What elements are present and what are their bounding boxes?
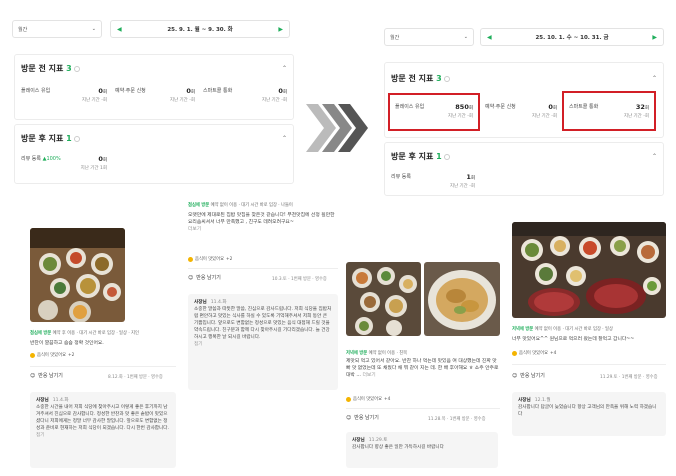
date-range[interactable]: ◀ 25. 10. 1. 수 ~ 10. 31. 금 ▶: [480, 28, 664, 46]
info-icon: [73, 135, 80, 142]
divider: [512, 364, 666, 365]
collapse-icon[interactable]: ⌃: [652, 75, 657, 82]
pre-visit-title: 방문 전 지표 3: [391, 73, 450, 84]
collapse-icon[interactable]: ⌃: [282, 135, 287, 142]
review-meta: 10.3.토 · 1번째 방문 · 영수증: [272, 277, 327, 282]
info-icon: [443, 153, 450, 160]
reply-button[interactable]: ☺ 반응 남기기: [188, 274, 221, 282]
highlight-box-smartcall: [562, 91, 656, 131]
next-chevrons-icon: [306, 104, 368, 152]
divider: [346, 408, 500, 409]
period-select[interactable]: 월간 ⌄: [384, 28, 474, 46]
review-photo[interactable]: [346, 262, 421, 336]
metric-review-count: 리뷰 등록 1회 지난 기간 -회: [391, 173, 475, 189]
review-text: 오랫만에 제대로된 집밥 맛집을 찾은것 같습니다! 부천맛집에 선정 될만한 …: [188, 213, 336, 233]
info-icon: [443, 75, 450, 82]
review-meta: 11.29.토 · 1번째 방문 · 영수증: [600, 375, 658, 380]
more-link[interactable]: 더보기: [362, 373, 375, 378]
prev-arrow-icon[interactable]: ◀: [487, 34, 492, 41]
next-arrow-icon[interactable]: ▶: [278, 26, 283, 33]
right-dashboard: 월간 ⌄ ◀ 25. 10. 1. 수 ~ 10. 31. 금 ▶ 방문 전 지…: [378, 6, 670, 198]
visit-tags: 저녁에 방문 예약 없이 이용 · 친목: [346, 351, 408, 356]
post-visit-title: 방문 후 지표 1: [21, 133, 80, 144]
date-range-label: 25. 10. 1. 수 ~ 10. 31. 금: [535, 35, 609, 41]
date-range-label: 25. 9. 1. 월 ~ 9. 30. 화: [167, 27, 233, 33]
metric-reservation: 예약·주문 신청 0회 지난 기간 -회: [485, 103, 557, 119]
review-text: 반찬이 깔끔하고 슴슴 정확 것인어요.: [30, 341, 104, 346]
chevron-down-icon: ⌄: [91, 26, 96, 32]
visit-tags: 점심에 방문 예약 없이 이용 · 대기 시간 바로 입장 · 나들이: [188, 203, 293, 208]
smile-icon: [30, 352, 35, 358]
post-visit-card: 방문 후 지표 1 ⌃ 리뷰 등록 1회 지난 기간 -회: [384, 142, 664, 196]
next-arrow-icon[interactable]: ▶: [652, 34, 657, 41]
emoji-icon: ☺: [346, 414, 352, 421]
owner-reply: 사장님 11.29.토 감사합니다 향상 좋은 일만 가득하시길 바랍니다: [346, 432, 498, 468]
chevron-down-icon: ⌄: [463, 34, 468, 40]
metric-place-inflow: 플레이스 유입 0회 지난 기간 -회: [21, 87, 107, 103]
emoji-icon: ☺: [30, 372, 36, 379]
keyword-badge: 음식이 맛있어요 +4: [346, 396, 390, 402]
prev-arrow-icon[interactable]: ◀: [117, 26, 122, 33]
reply-button[interactable]: ☺ 반응 남기기: [30, 372, 63, 380]
period-select-label: 월간: [18, 26, 28, 33]
emoji-icon: ☺: [188, 274, 194, 281]
owner-reply: 사장님 11.4.화 소중한 말씀과 따뜻한 말씀, 진심으로 감사드립니다. 저…: [188, 294, 338, 390]
post-visit-card: 방문 후 지표 1 ⌃ 리뷰 등록 ▲100% 0회 지난 기간 1회: [14, 124, 294, 184]
collapse-icon[interactable]: ⌃: [282, 65, 287, 72]
metric-reservation: 예약·주문 신청 0회 지난 기간 -회: [115, 87, 195, 103]
owner-reply: 사장님 11.4.화 소중한 시간을 내어 저희 식당에 찾아주시고 이렇게 좋은…: [30, 392, 176, 468]
review-photo[interactable]: [424, 262, 500, 336]
metric-smartcall: 스마트콜 통화 0회 지난 기간 -회: [203, 87, 287, 103]
divider: [188, 268, 338, 269]
review-text: 제맛되 먹고 있어서 같아요. 반찬 하나 먹는데 맛있음 여 대상했는데 진짜…: [346, 359, 499, 378]
smile-icon: [512, 350, 517, 356]
left-dashboard: 월간 ⌄ ◀ 25. 9. 1. 월 ~ 9. 30. 화 ▶ 방문 전 지표 …: [6, 6, 298, 198]
review-photo[interactable]: [30, 228, 125, 322]
smile-icon: [346, 396, 351, 402]
owner-reply: 사장님 12.1.월 감사합니다 답글이 늦었습니다 항상 고객님의 만족을 위해…: [512, 392, 666, 436]
date-range[interactable]: ◀ 25. 9. 1. 월 ~ 9. 30. 화 ▶: [110, 20, 290, 38]
review-text: 너무 맛있어요^^ 원님으로 먹으러 왔는데 잘먹고 갑니다~~: [512, 337, 635, 342]
pre-visit-card: 방문 전 지표 3 ⌃ 플레이스 유입 850회 지난 기간 -회 예약·주문 …: [384, 62, 664, 138]
post-visit-title: 방문 후 지표 1: [391, 151, 450, 162]
collapse-icon[interactable]: ⌃: [652, 153, 657, 160]
visit-tags: 점심에 방문 예약 후 이용 · 대기 시간 바로 입장 · 일상 · 지인: [30, 331, 139, 336]
period-select[interactable]: 월간 ⌄: [12, 20, 102, 38]
collapse-link[interactable]: 접기: [36, 432, 170, 439]
pre-visit-card: 방문 전 지표 3 ⌃ 플레이스 유입 0회 지난 기간 -회 예약·주문 신청…: [14, 54, 294, 120]
keyword-badge: 음식이 맛있어요 +4: [512, 350, 556, 356]
visit-tags: 저녁에 방문 예약 없이 이용 · 대기 시간 바로 입장 · 일상: [512, 327, 613, 332]
info-icon: [73, 65, 80, 72]
reply-button[interactable]: ☺ 반응 남기기: [346, 414, 379, 422]
smile-icon: [188, 256, 193, 262]
highlight-box-place-inflow: [388, 93, 480, 131]
reply-button[interactable]: ☺ 반응 남기기: [512, 372, 545, 380]
pre-visit-title: 방문 전 지표 3: [21, 63, 80, 74]
emoji-icon: ☺: [512, 372, 518, 379]
review-meta: 11.28.목 · 1번째 방문 · 영수증: [428, 417, 486, 422]
review-meta: 8.12.화 · 1번째 방문 · 영수증: [108, 375, 163, 380]
keyword-badge: 음식이 맛있어요 +2: [188, 256, 232, 262]
metric-review-count: 리뷰 등록 ▲100% 0회 지난 기간 1회: [21, 155, 107, 171]
more-link[interactable]: 더보기: [188, 226, 336, 233]
period-select-label: 월간: [390, 34, 400, 41]
keyword-badge: 음식이 맛있어요 +2: [30, 352, 74, 358]
divider: [30, 366, 176, 367]
collapse-link[interactable]: 접기: [194, 341, 332, 348]
review-photo[interactable]: [512, 222, 666, 318]
